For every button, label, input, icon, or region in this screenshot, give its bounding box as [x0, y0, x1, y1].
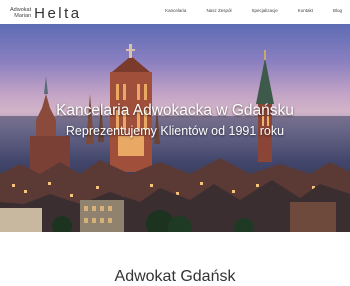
hero-title: Kancelaria Adwokacka w Gdańsku: [56, 102, 294, 119]
nav-item-kontakt[interactable]: Kontakt: [298, 8, 313, 13]
nav-item-kancelaria[interactable]: Kancelaria: [165, 8, 186, 13]
nav-item-specjalizacje[interactable]: Specjalizacje: [251, 8, 277, 13]
nav-item-zespol[interactable]: Nasz Zespół: [206, 8, 231, 13]
logo-name: Helta: [34, 4, 82, 22]
hero-banner: Kancelaria Adwokacka w Gdańsku Reprezent…: [0, 24, 350, 232]
site-logo[interactable]: Adwokat Marian Helta: [10, 4, 82, 22]
logo-subtitle: Adwokat Marian: [10, 7, 31, 19]
main-nav: Kancelaria Nasz Zespół Specjalizacje Kon…: [145, 8, 342, 13]
hero-subtitle: Reprezentujemy Klientów od 1991 roku: [65, 124, 285, 138]
logo-line-2: Marian: [14, 13, 32, 19]
nav-item-blog[interactable]: Blog: [333, 8, 342, 13]
site-header: Adwokat Marian Helta Kancelaria Nasz Zes…: [0, 0, 350, 24]
section-heading: Adwokat Gdańsk: [114, 268, 236, 285]
